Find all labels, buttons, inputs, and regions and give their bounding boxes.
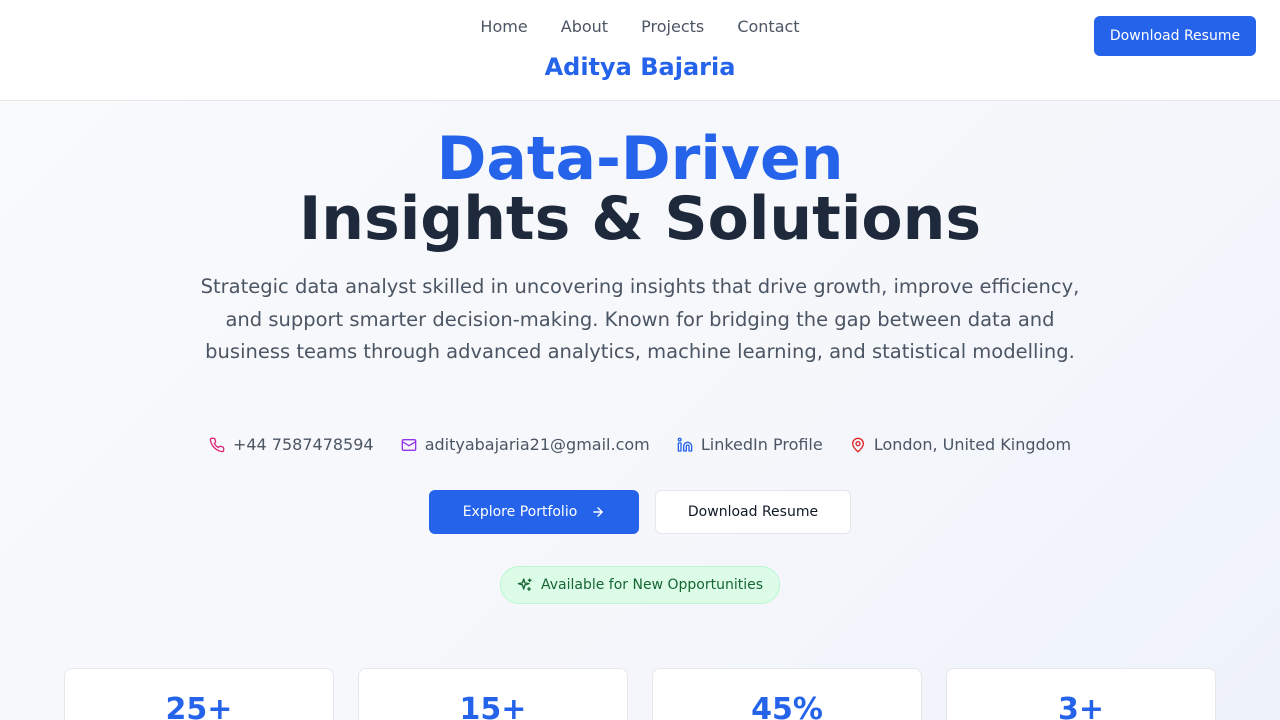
availability-text: Available for New Opportunities bbox=[540, 577, 764, 593]
contact-linkedin-text: LinkedIn Profile bbox=[700, 435, 823, 454]
nav-contact-link[interactable]: Contact bbox=[737, 16, 799, 38]
stat-value: 45% bbox=[751, 692, 823, 720]
phone-icon bbox=[209, 437, 225, 453]
header-download-resume-button[interactable]: Download Resume bbox=[1094, 16, 1256, 56]
hero-title-line-1: Data-Driven bbox=[436, 124, 844, 194]
mail-icon bbox=[401, 439, 417, 451]
stat-card: 25+ bbox=[64, 668, 334, 720]
download-resume-button[interactable]: Download Resume bbox=[655, 490, 851, 534]
contact-email[interactable]: adityabajaria21@gmail.com bbox=[401, 434, 650, 456]
hero-summary: Strategic data analyst skilled in uncove… bbox=[200, 275, 1080, 363]
linkedin-icon bbox=[677, 437, 693, 452]
map-pin-icon bbox=[851, 437, 864, 453]
explore-portfolio-button[interactable]: Explore Portfolio bbox=[429, 490, 639, 534]
nav-projects-link[interactable]: Projects bbox=[641, 16, 704, 38]
nav-about-link[interactable]: About bbox=[561, 16, 608, 38]
site-header: Home About Projects Contact Aditya Bajar… bbox=[0, 0, 1280, 101]
contact-location: London, United Kingdom bbox=[850, 434, 1071, 456]
stat-card: 15+ bbox=[358, 668, 628, 720]
main-nav: Home About Projects Contact bbox=[0, 16, 1280, 38]
stat-value: 3+ bbox=[1057, 692, 1104, 720]
contact-email-text: adityabajaria21@gmail.com bbox=[424, 435, 650, 454]
availability-badge: Available for New Opportunities bbox=[500, 566, 780, 604]
hero-title-line-2: Insights & Solutions bbox=[298, 184, 982, 254]
stat-value: 15+ bbox=[459, 692, 527, 720]
contact-row: +44 7587478594 adityabajaria21@gmail.com… bbox=[0, 434, 1280, 459]
contact-location-text: London, United Kingdom bbox=[873, 435, 1072, 454]
stat-value: 25+ bbox=[165, 692, 233, 720]
contact-phone-text: +44 7587478594 bbox=[232, 435, 374, 454]
contact-linkedin[interactable]: LinkedIn Profile bbox=[677, 434, 823, 456]
sparkles-icon bbox=[517, 578, 532, 591]
brand-name[interactable]: Aditya Bajaria bbox=[0, 52, 1280, 82]
contact-phone[interactable]: +44 7587478594 bbox=[209, 434, 374, 456]
arrow-right-icon bbox=[593, 507, 604, 517]
stat-card: 45% bbox=[652, 668, 922, 720]
nav-home-link[interactable]: Home bbox=[480, 16, 527, 38]
explore-portfolio-label: Explore Portfolio bbox=[462, 504, 578, 520]
stat-card: 3+ bbox=[946, 668, 1216, 720]
